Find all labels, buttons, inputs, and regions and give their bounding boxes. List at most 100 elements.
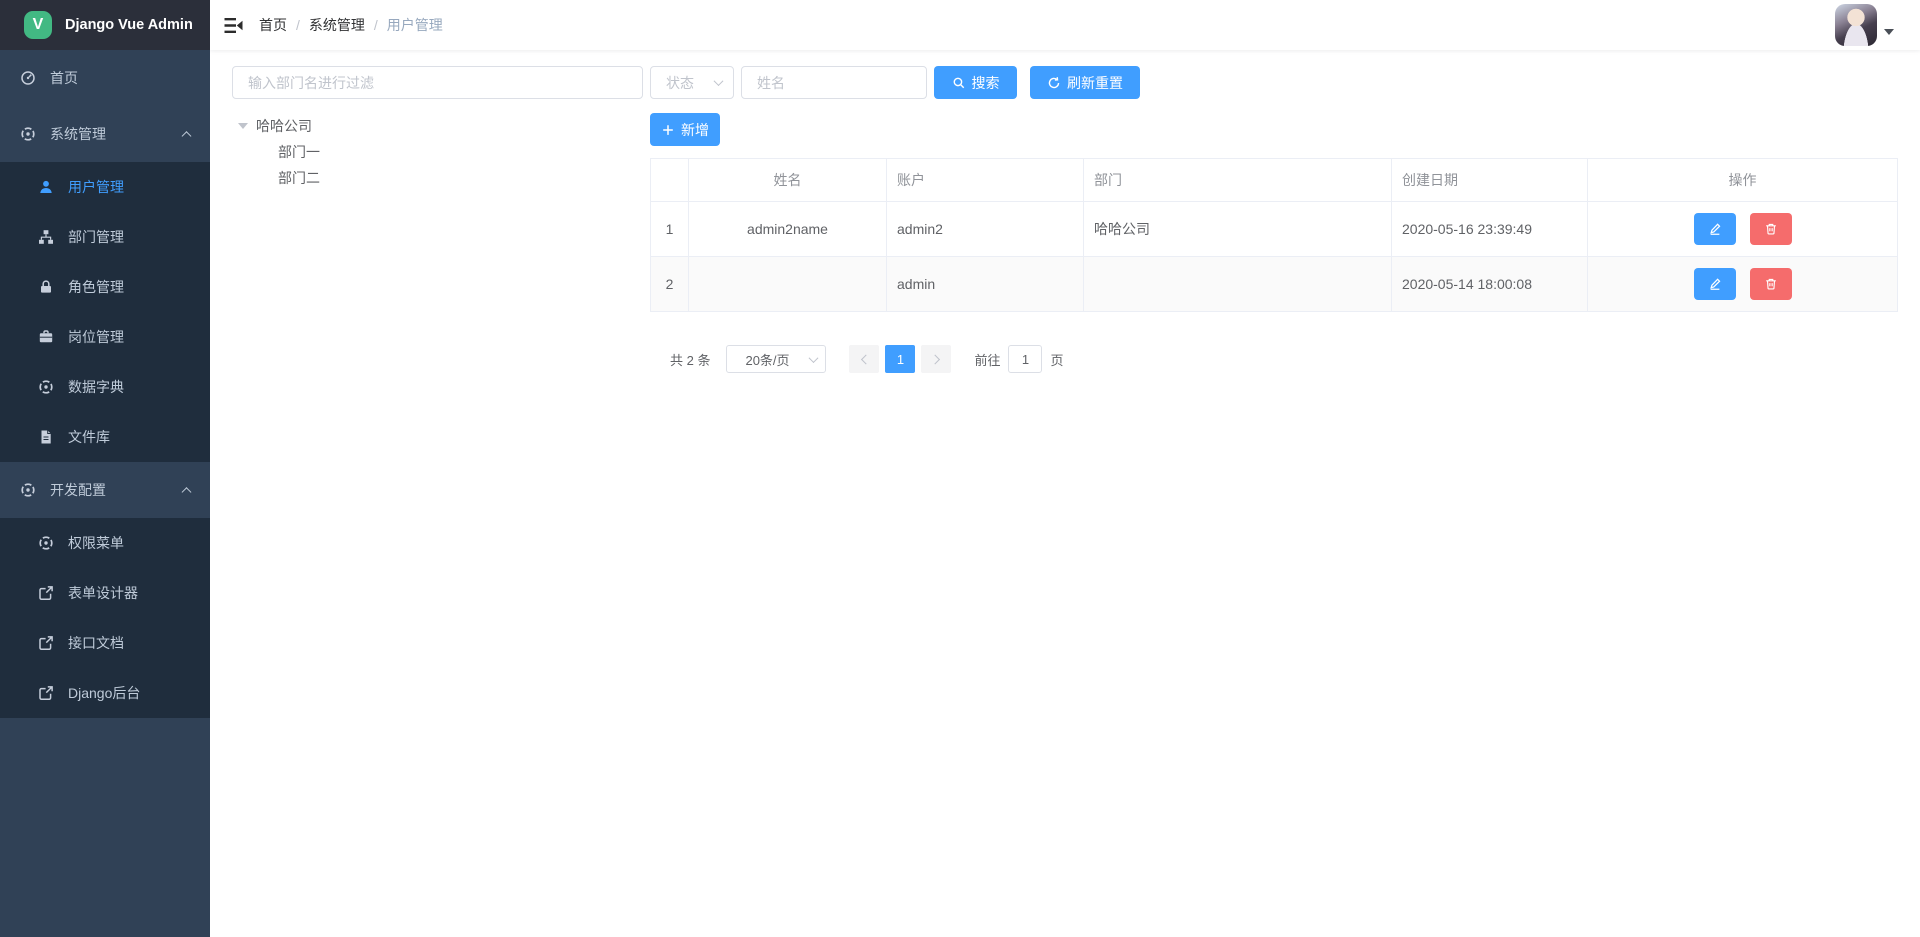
- refresh-reset-button[interactable]: 刷新重置: [1030, 66, 1140, 99]
- delete-icon: [1764, 222, 1778, 236]
- briefcase-icon: [38, 329, 54, 345]
- tree-node-root[interactable]: 哈哈公司: [232, 113, 643, 139]
- sidebar-item-section-1[interactable]: 系统管理: [0, 106, 210, 162]
- chevron-down-icon: [714, 76, 724, 86]
- column-header-1: 姓名: [689, 159, 887, 202]
- edit-icon: [1708, 222, 1722, 236]
- avatar[interactable]: [1835, 4, 1877, 46]
- sidebar-subitem-1-2[interactable]: 角色管理: [0, 262, 210, 312]
- actions-cell: [1588, 257, 1898, 312]
- sidebar-item-label: 开发配置: [50, 480, 106, 500]
- page-button-active[interactable]: 1: [885, 345, 915, 373]
- sidebar-subitem-label: 表单设计器: [68, 583, 138, 603]
- sidebar-subitem-2-2[interactable]: 接口文档: [0, 618, 210, 668]
- pagination-total: 共 2 条: [670, 350, 710, 369]
- user-table: 姓名账户部门创建日期操作1admin2nameadmin2哈哈公司2020-05…: [650, 158, 1898, 312]
- component-icon: [38, 535, 54, 551]
- goto-label: 前往: [974, 350, 1000, 369]
- breadcrumb: 首页 / 系统管理 / 用户管理: [259, 15, 443, 35]
- dept-tree: 哈哈公司部门一部门二: [232, 113, 643, 191]
- sidebar-toggle-icon[interactable]: [223, 15, 244, 36]
- column-header-0: [651, 159, 689, 202]
- content: 哈哈公司部门一部门二 状态 搜索: [210, 50, 1920, 373]
- goto-page-input[interactable]: [1008, 345, 1042, 373]
- submenu: 权限菜单表单设计器接口文档 Django后台: [0, 518, 210, 718]
- user-menu[interactable]: [1835, 4, 1894, 46]
- table-row: 2admin2020-05-14 18:00:08: [651, 257, 1898, 312]
- table-cell: 2020-05-16 23:39:49: [1392, 202, 1588, 257]
- name-filter-input[interactable]: [741, 66, 927, 99]
- sidebar-subitem-label: 数据字典: [68, 377, 124, 397]
- main-area: 首页 / 系统管理 / 用户管理 哈哈公司部门一部门二 状态: [210, 0, 1920, 937]
- sidebar-subitem-label: 岗位管理: [68, 327, 124, 347]
- breadcrumb-home[interactable]: 首页: [259, 15, 287, 35]
- tree-node-child-1[interactable]: 部门二: [232, 165, 643, 191]
- breadcrumb-separator: /: [374, 17, 378, 33]
- plus-icon: [661, 123, 675, 137]
- refresh-button-label: 刷新重置: [1067, 73, 1123, 93]
- tree-node-child-0[interactable]: 部门一: [232, 139, 643, 165]
- sidebar-item-label: 系统管理: [50, 124, 106, 144]
- dashboard-icon: [20, 70, 36, 86]
- delete-button[interactable]: [1750, 268, 1792, 300]
- caret-down-icon: [238, 123, 248, 129]
- edit-button[interactable]: [1694, 213, 1736, 245]
- sidebar-subitem-1-3[interactable]: 岗位管理: [0, 312, 210, 362]
- table-cell: 2020-05-14 18:00:08: [1392, 257, 1588, 312]
- app-title: Django Vue Admin: [65, 17, 193, 33]
- dept-filter-input[interactable]: [232, 66, 643, 99]
- page-size-value: 20条/页: [745, 350, 789, 369]
- table-cell: admin2name: [689, 202, 887, 257]
- status-select-placeholder: 状态: [666, 73, 694, 93]
- sidebar-subitem-1-5[interactable]: 文件库: [0, 412, 210, 462]
- delete-button[interactable]: [1750, 213, 1792, 245]
- edit-button[interactable]: [1694, 268, 1736, 300]
- sidebar-subitem-label: 部门管理: [68, 227, 124, 247]
- sidebar-subitem-2-3[interactable]: Django后台: [0, 668, 210, 718]
- sidebar-item-section-2[interactable]: 开发配置: [0, 462, 210, 518]
- edit-icon: [1708, 277, 1722, 291]
- dept-panel: 哈哈公司部门一部门二: [232, 66, 643, 373]
- status-select[interactable]: 状态: [650, 66, 734, 99]
- goto-suffix: 页: [1050, 350, 1063, 369]
- sidebar: V Django Vue Admin 首页系统管理用户管理部门管理角色管理岗位管…: [0, 0, 210, 937]
- breadcrumb-system[interactable]: 系统管理: [309, 15, 365, 35]
- table-cell: 2: [651, 257, 689, 312]
- link-icon: [38, 685, 54, 701]
- breadcrumb-current: 用户管理: [387, 15, 443, 35]
- prev-page-button[interactable]: [849, 345, 879, 373]
- user-icon: [38, 179, 54, 195]
- user-panel: 状态 搜索 刷新重置: [650, 66, 1903, 373]
- filter-row: 状态 搜索 刷新重置: [650, 66, 1903, 99]
- page-size-select[interactable]: 20条/页: [726, 345, 826, 373]
- delete-icon: [1764, 277, 1778, 291]
- sidebar-subitem-1-4[interactable]: 数据字典: [0, 362, 210, 412]
- add-button[interactable]: 新增: [650, 113, 720, 146]
- sidebar-subitem-2-0[interactable]: 权限菜单: [0, 518, 210, 568]
- chevron-left-icon: [861, 354, 871, 364]
- search-button-label: 搜索: [972, 73, 1000, 93]
- link-icon: [38, 585, 54, 601]
- search-icon: [952, 76, 966, 90]
- sidebar-subitem-1-1[interactable]: 部门管理: [0, 212, 210, 262]
- breadcrumb-separator: /: [296, 17, 300, 33]
- component-icon: [20, 126, 36, 142]
- table-cell: 1: [651, 202, 689, 257]
- toolbar-row: 新增: [650, 113, 1903, 146]
- sidebar-subitem-1-0[interactable]: 用户管理: [0, 162, 210, 212]
- chevron-down-icon: [809, 353, 819, 363]
- column-header-5: 操作: [1588, 159, 1898, 202]
- app-logo[interactable]: V Django Vue Admin: [0, 0, 210, 50]
- search-button[interactable]: 搜索: [934, 66, 1017, 99]
- tree-node-label: 部门二: [278, 168, 320, 188]
- component-icon: [20, 482, 36, 498]
- sidebar-subitem-2-1[interactable]: 表单设计器: [0, 568, 210, 618]
- table-row: 1admin2nameadmin2哈哈公司2020-05-16 23:39:49: [651, 202, 1898, 257]
- sidebar-item-0[interactable]: 首页: [0, 50, 210, 106]
- tree-node-label: 哈哈公司: [256, 116, 312, 136]
- sidebar-subitem-label: Django后台: [68, 683, 140, 703]
- next-page-button[interactable]: [921, 345, 951, 373]
- pagination: 共 2 条 20条/页 1 前往 页: [670, 345, 1903, 373]
- chevron-right-icon: [930, 354, 940, 364]
- table-cell: 哈哈公司: [1084, 202, 1392, 257]
